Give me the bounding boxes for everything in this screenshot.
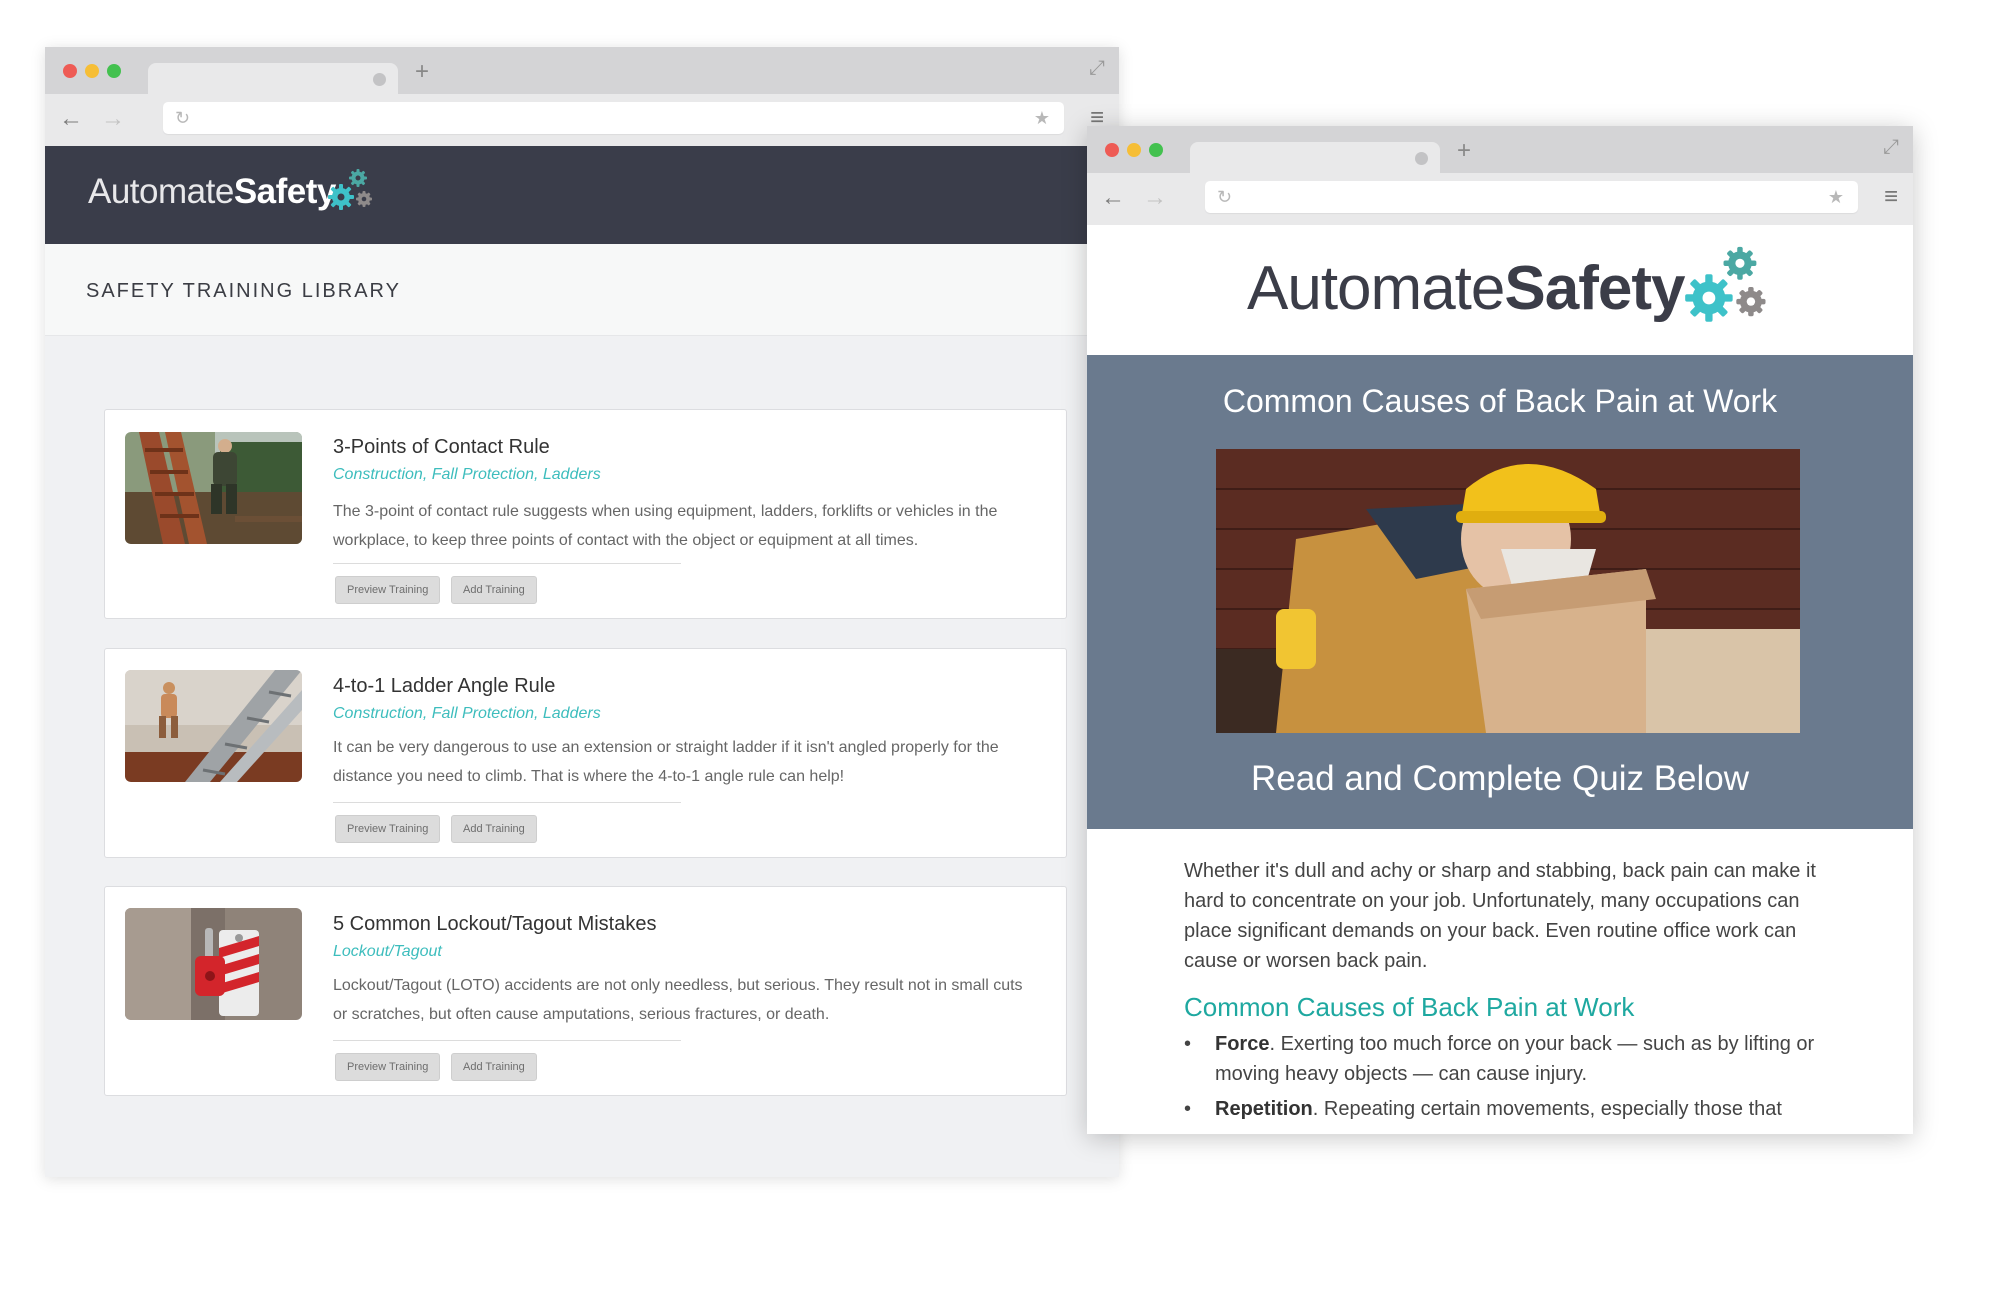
list-item-text: . Repeating certain movements, especiall…	[1312, 1098, 1782, 1120]
maximize-window-button[interactable]	[1149, 143, 1163, 157]
address-bar[interactable]: ↻ ★	[163, 102, 1064, 134]
library-browser-window: + ⤢ ← → ↻ ★ ≡ AutomateSafety SAFETY TRAI…	[45, 47, 1119, 1177]
training-thumbnail-lockout-tag[interactable]	[125, 908, 302, 1020]
tab-strip: + ⤢	[1087, 126, 1913, 173]
gears-icon	[1685, 246, 1766, 322]
tab-strip: + ⤢	[45, 47, 1119, 94]
training-description: The 3-point of contact rule suggests whe…	[333, 503, 998, 549]
arrow-left-icon[interactable]: ←	[59, 105, 83, 133]
training-title[interactable]: 5 Common Lockout/Tagout Mistakes	[333, 913, 657, 936]
training-thumbnail-ladder-climber[interactable]	[125, 432, 302, 544]
expand-icon[interactable]: ⤢	[1089, 58, 1105, 78]
browser-toolbar: ← → ↻ ★ ≡	[45, 94, 1119, 146]
causes-list: Force. Exerting too much force on your b…	[1184, 1029, 1824, 1124]
arrow-right-icon[interactable]: →	[1143, 184, 1167, 212]
card-divider	[333, 802, 681, 803]
training-tags[interactable]: Construction, Fall Protection, Ladders	[333, 705, 601, 723]
reload-icon[interactable]: ↻	[1217, 186, 1232, 208]
minimize-window-button[interactable]	[1127, 143, 1141, 157]
hamburger-icon[interactable]: ≡	[1884, 185, 1898, 209]
add-training-button[interactable]: Add Training	[451, 815, 537, 843]
close-window-button[interactable]	[1105, 143, 1119, 157]
tab-close-icon[interactable]	[1415, 152, 1428, 165]
arrow-left-icon[interactable]: ←	[1101, 184, 1125, 212]
tab-close-icon[interactable]	[373, 73, 386, 86]
reload-icon[interactable]: ↻	[175, 107, 190, 129]
training-title[interactable]: 4-to-1 Ladder Angle Rule	[333, 675, 555, 698]
training-description: Lockout/Tagout (LOTO) accidents are not …	[333, 977, 1023, 1023]
maximize-window-button[interactable]	[107, 64, 121, 78]
training-tags[interactable]: Construction, Fall Protection, Ladders	[333, 466, 601, 484]
training-description: It can be very dangerous to use an exten…	[333, 739, 999, 785]
article-hero: Common Causes of Back Pain at Work Read …	[1087, 355, 1913, 829]
article-browser-window: + ⤢ ← → ↻ ★ ≡ AutomateSafety Common Caus…	[1087, 126, 1913, 1134]
plus-icon[interactable]: +	[415, 60, 429, 84]
hamburger-icon[interactable]: ≡	[1090, 106, 1104, 130]
preview-training-button[interactable]: Preview Training	[335, 576, 441, 604]
article-intro: Whether it's dull and achy or sharp and …	[1184, 860, 1816, 972]
article-body: Whether it's dull and achy or sharp and …	[1184, 856, 1824, 1129]
brand-name-part2: Safety	[233, 172, 337, 211]
minimize-window-button[interactable]	[85, 64, 99, 78]
brand-name-part2: Safety	[1504, 254, 1685, 323]
library-page-header: SAFETY TRAINING LIBRARY	[45, 244, 1119, 336]
star-icon[interactable]: ★	[1828, 186, 1844, 208]
brand-logo[interactable]: AutomateSafety	[1247, 253, 1685, 325]
training-card-ladder-angle: 4-to-1 Ladder Angle Rule Construction, F…	[104, 648, 1067, 858]
brand-name-part1: Automate	[1247, 254, 1505, 323]
browser-tab[interactable]	[1190, 142, 1440, 173]
training-title[interactable]: 3-Points of Contact Rule	[333, 436, 550, 459]
list-item-text: . Exerting too much force on your back —…	[1215, 1033, 1815, 1085]
list-item: Force. Exerting too much force on your b…	[1184, 1029, 1824, 1089]
browser-tab[interactable]	[148, 63, 398, 94]
star-icon[interactable]: ★	[1034, 107, 1050, 129]
list-item-term: Repetition	[1215, 1098, 1313, 1120]
address-bar[interactable]: ↻ ★	[1205, 181, 1858, 213]
card-divider	[333, 563, 681, 564]
training-card-3-points: 3-Points of Contact Rule Construction, F…	[104, 409, 1067, 619]
plus-icon[interactable]: +	[1457, 139, 1471, 163]
arrow-right-icon[interactable]: →	[101, 105, 125, 133]
list-item-term: Force	[1215, 1033, 1270, 1055]
browser-toolbar: ← → ↻ ★ ≡	[1087, 173, 1913, 225]
preview-training-button[interactable]: Preview Training	[335, 815, 441, 843]
page-title: SAFETY TRAINING LIBRARY	[86, 280, 401, 302]
gears-icon	[328, 169, 372, 210]
preview-training-button[interactable]: Preview Training	[335, 1053, 441, 1081]
section-heading: Common Causes of Back Pain at Work	[1184, 992, 1635, 1022]
add-training-button[interactable]: Add Training	[451, 576, 537, 604]
training-thumbnail-ladder-angle[interactable]	[125, 670, 302, 782]
app-header: AutomateSafety	[45, 146, 1119, 244]
card-divider	[333, 1040, 681, 1041]
close-window-button[interactable]	[63, 64, 77, 78]
hero-subtitle: Read and Complete Quiz Below	[1250, 759, 1750, 798]
add-training-button[interactable]: Add Training	[451, 1053, 537, 1081]
hero-image-worker-back-pain	[1216, 449, 1800, 733]
brand-logo[interactable]: AutomateSafety	[88, 169, 372, 214]
article-header: AutomateSafety	[1087, 225, 1913, 355]
training-tags[interactable]: Lockout/Tagout	[333, 943, 442, 961]
expand-icon[interactable]: ⤢	[1883, 137, 1899, 157]
training-card-lockout-tagout: 5 Common Lockout/Tagout Mistakes Lockout…	[104, 886, 1067, 1096]
hero-title: Common Causes of Back Pain at Work	[1222, 383, 1778, 419]
list-item: Repetition. Repeating certain movements,…	[1184, 1094, 1824, 1124]
brand-name-part1: Automate	[88, 172, 234, 211]
